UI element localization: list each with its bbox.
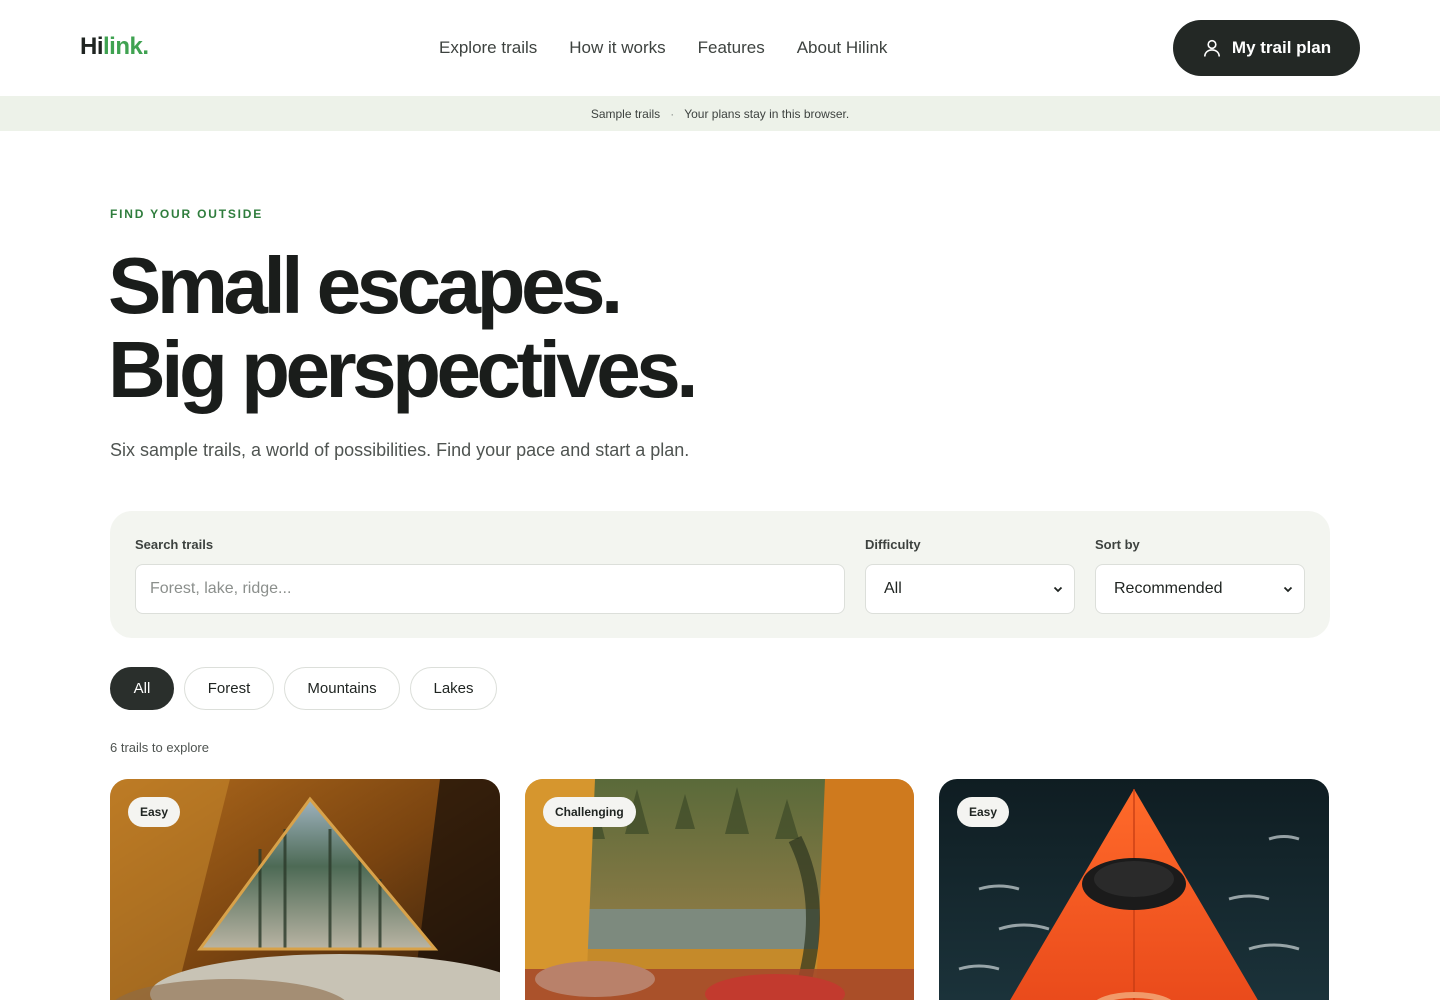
chip-all[interactable]: All — [110, 667, 174, 710]
difficulty-select[interactable]: All — [865, 564, 1075, 614]
difficulty-badge: Easy — [128, 797, 181, 827]
difficulty-label: Difficulty — [865, 537, 921, 552]
nav-how-it-works[interactable]: How it works — [569, 38, 665, 58]
notice-separator: · — [670, 106, 675, 121]
headline-line-2: Big perspectives. — [108, 325, 699, 414]
chevron-down-icon — [1053, 586, 1063, 593]
my-trail-plan-label: My trail plan — [1231, 38, 1332, 57]
search-trails-input[interactable] — [135, 564, 845, 614]
logo-accent: link. — [103, 33, 149, 60]
my-trail-plan-button[interactable]: My trail plan — [1173, 20, 1360, 76]
headline-line-1: Small escapes. — [108, 241, 623, 330]
chip-lakes[interactable]: Lakes — [410, 667, 497, 710]
chevron-down-icon — [1283, 586, 1293, 593]
trail-card[interactable]: Challenging — [525, 779, 914, 1000]
hero-headline: Small escapes. Big perspectives. — [108, 241, 699, 414]
notice-sample-trails: Sample trails — [590, 106, 661, 121]
search-trails-label: Search trails — [135, 537, 214, 552]
difficulty-badge: Easy — [957, 797, 1010, 827]
logo-prefix: Hi — [80, 33, 104, 60]
sort-by-value: Recommended — [1114, 580, 1223, 597]
sort-by-label: Sort by — [1095, 537, 1140, 552]
category-filters: All Forest Mountains Lakes — [110, 667, 497, 710]
hero-eyebrow: FIND YOUR OUTSIDE — [110, 207, 264, 221]
search-panel: Search trails Difficulty All Sort by Rec… — [110, 511, 1330, 638]
nav-explore-trails[interactable]: Explore trails — [439, 38, 537, 58]
nav-features[interactable]: Features — [698, 38, 765, 58]
site-header: Hilink. Explore trails How it works Feat… — [0, 0, 1440, 96]
logo[interactable]: Hilink. — [80, 33, 149, 61]
hero-subtitle: Six sample trails, a world of possibilit… — [110, 440, 690, 460]
trail-card[interactable]: Easy — [110, 779, 500, 1000]
nav-about[interactable]: About Hilink — [797, 38, 888, 58]
chip-mountains[interactable]: Mountains — [284, 667, 400, 710]
user-icon — [1203, 39, 1220, 57]
notice-bar: Sample trails · Your plans stay in this … — [0, 96, 1440, 131]
trail-card[interactable]: Easy — [939, 779, 1329, 1000]
sort-by-select[interactable]: Recommended — [1095, 564, 1305, 614]
difficulty-badge: Challenging — [543, 797, 636, 827]
chip-forest[interactable]: Forest — [184, 667, 274, 710]
main-nav: Explore trails How it works Features Abo… — [439, 38, 887, 58]
difficulty-value: All — [884, 580, 902, 597]
notice-browser-storage: Your plans stay in this browser. — [684, 106, 850, 121]
results-count: 6 trails to explore — [110, 740, 209, 755]
